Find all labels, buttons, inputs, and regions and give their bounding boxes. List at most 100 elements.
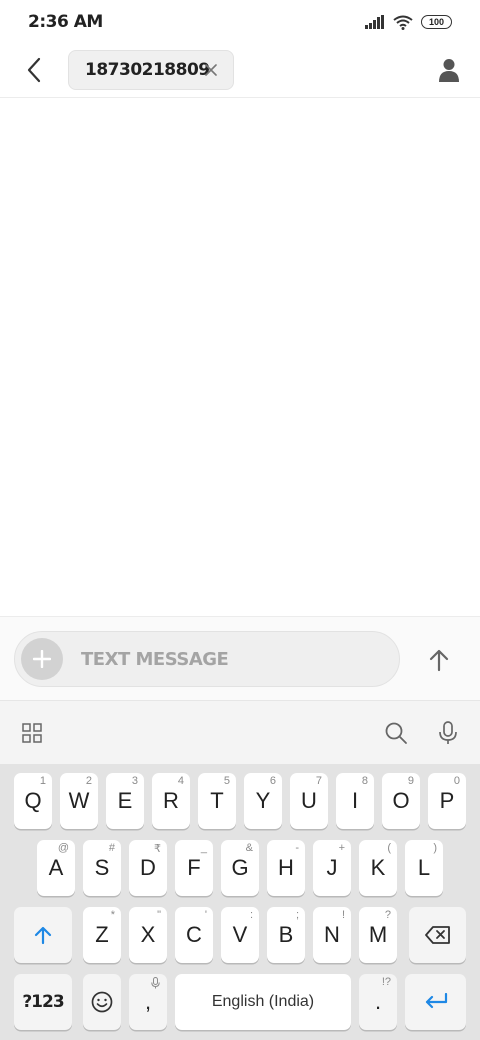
key-i[interactable]: 8I xyxy=(336,773,374,829)
key-label: B xyxy=(278,922,294,947)
key-hint-label: ! xyxy=(341,909,345,921)
key-r[interactable]: 4R xyxy=(152,773,190,829)
status-bar: 2:36 AM 100 xyxy=(0,0,480,44)
key-label: S xyxy=(94,855,110,880)
key-label: G xyxy=(231,855,249,880)
contact-button[interactable] xyxy=(434,55,464,85)
key-label: E xyxy=(117,788,133,813)
key-hint-label: : xyxy=(249,909,253,921)
key-label: J xyxy=(326,855,338,880)
key-label: U xyxy=(301,788,317,813)
key-p[interactable]: 0P xyxy=(428,773,466,829)
backspace-key[interactable] xyxy=(409,907,466,963)
key-label: O xyxy=(392,788,410,813)
key-x[interactable]: " X xyxy=(129,907,167,963)
key-m[interactable]: ? M xyxy=(359,907,397,963)
send-arrow-icon xyxy=(429,649,449,672)
emoji-key[interactable] xyxy=(83,974,121,1030)
key-l[interactable]: ) L xyxy=(405,840,443,896)
shift-key[interactable] xyxy=(14,907,72,963)
back-arrow-icon xyxy=(27,57,41,83)
key-label: Y xyxy=(255,788,271,813)
key-d[interactable]: ₹ D xyxy=(129,840,167,896)
conversation-header: 18730218809 xyxy=(0,44,480,98)
key-hint-label: ( xyxy=(387,842,391,854)
attach-button[interactable] xyxy=(21,638,63,680)
key-hint-label: 5 xyxy=(223,775,230,787)
key-label: P xyxy=(439,788,455,813)
symbols-key[interactable]: ?123 xyxy=(14,974,72,1030)
apps-button[interactable] xyxy=(18,719,46,747)
remove-recipient-button[interactable] xyxy=(203,62,219,78)
key-u[interactable]: 7U xyxy=(290,773,328,829)
space-key[interactable]: English (India) xyxy=(175,974,351,1030)
key-a[interactable]: @ A xyxy=(37,840,75,896)
key-hint-label: 6 xyxy=(269,775,276,787)
key-label: X xyxy=(140,922,156,947)
period-key[interactable]: !?. xyxy=(359,974,397,1030)
key-g[interactable]: & G xyxy=(221,840,259,896)
key-label: W xyxy=(68,788,90,813)
signal-icon xyxy=(365,15,384,29)
key-hint-label: 9 xyxy=(407,775,414,787)
key-label: H xyxy=(278,855,294,880)
key-q[interactable]: 1Q xyxy=(14,773,52,829)
key-label: N xyxy=(324,922,340,947)
key-label: K xyxy=(370,855,386,880)
key-z[interactable]: * Z xyxy=(83,907,121,963)
key-label: I xyxy=(351,788,359,813)
key-hint-label: + xyxy=(338,842,345,854)
shift-arrow-icon xyxy=(34,926,52,945)
message-input[interactable]: TEXT MESSAGE xyxy=(14,631,400,687)
battery-icon: 100 xyxy=(421,15,452,29)
key-j[interactable]: + J xyxy=(313,840,351,896)
key-label: R xyxy=(163,788,179,813)
key-label: V xyxy=(232,922,248,947)
key-e[interactable]: 3E xyxy=(106,773,144,829)
key-y[interactable]: 6Y xyxy=(244,773,282,829)
key-label: Z xyxy=(95,922,109,947)
key-label: C xyxy=(186,922,202,947)
key-label: M xyxy=(368,922,388,947)
key-hint-label: 0 xyxy=(453,775,460,787)
key-label: A xyxy=(48,855,64,880)
key-t[interactable]: 5T xyxy=(198,773,236,829)
enter-key[interactable] xyxy=(405,974,466,1030)
key-hint-label: ; xyxy=(295,909,299,921)
key-hint-label: 1 xyxy=(39,775,46,787)
send-button[interactable] xyxy=(418,639,460,681)
key-b[interactable]: ; B xyxy=(267,907,305,963)
key-o[interactable]: 9O xyxy=(382,773,420,829)
key-label: ?123 xyxy=(22,992,64,1012)
key-f[interactable]: _ F xyxy=(175,840,213,896)
key-hint-label: 8 xyxy=(361,775,368,787)
message-placeholder: TEXT MESSAGE xyxy=(81,649,229,670)
key-k[interactable]: (K xyxy=(359,840,397,896)
status-time: 2:36 AM xyxy=(28,12,103,32)
conversation-area xyxy=(0,98,480,616)
key-v[interactable]: :V xyxy=(221,907,259,963)
key-s[interactable]: # S xyxy=(83,840,121,896)
key-hint-label: @ xyxy=(57,842,69,854)
key-hint-label: " xyxy=(157,909,161,921)
key-n[interactable]: ! N xyxy=(313,907,351,963)
key-label: L xyxy=(417,855,431,880)
key-w[interactable]: 2W xyxy=(60,773,98,829)
keyboard-search-button[interactable] xyxy=(382,719,410,747)
key-h[interactable]: -H xyxy=(267,840,305,896)
battery-level: 100 xyxy=(428,17,445,27)
key-hint-label: ' xyxy=(204,909,207,921)
key-label: , xyxy=(144,989,152,1014)
back-button[interactable] xyxy=(18,54,50,86)
emoji-icon xyxy=(91,991,113,1013)
recipient-number: 18730218809 xyxy=(85,60,210,80)
key-hint-label: & xyxy=(245,842,253,854)
close-icon xyxy=(205,64,217,76)
recipient-chip[interactable]: 18730218809 xyxy=(68,50,234,90)
voice-input-button[interactable] xyxy=(434,719,462,747)
comma-key[interactable]: , xyxy=(129,974,167,1030)
key-c[interactable]: ' C xyxy=(175,907,213,963)
person-icon xyxy=(439,59,459,82)
key-hint-label: 3 xyxy=(131,775,138,787)
search-icon xyxy=(385,722,407,744)
